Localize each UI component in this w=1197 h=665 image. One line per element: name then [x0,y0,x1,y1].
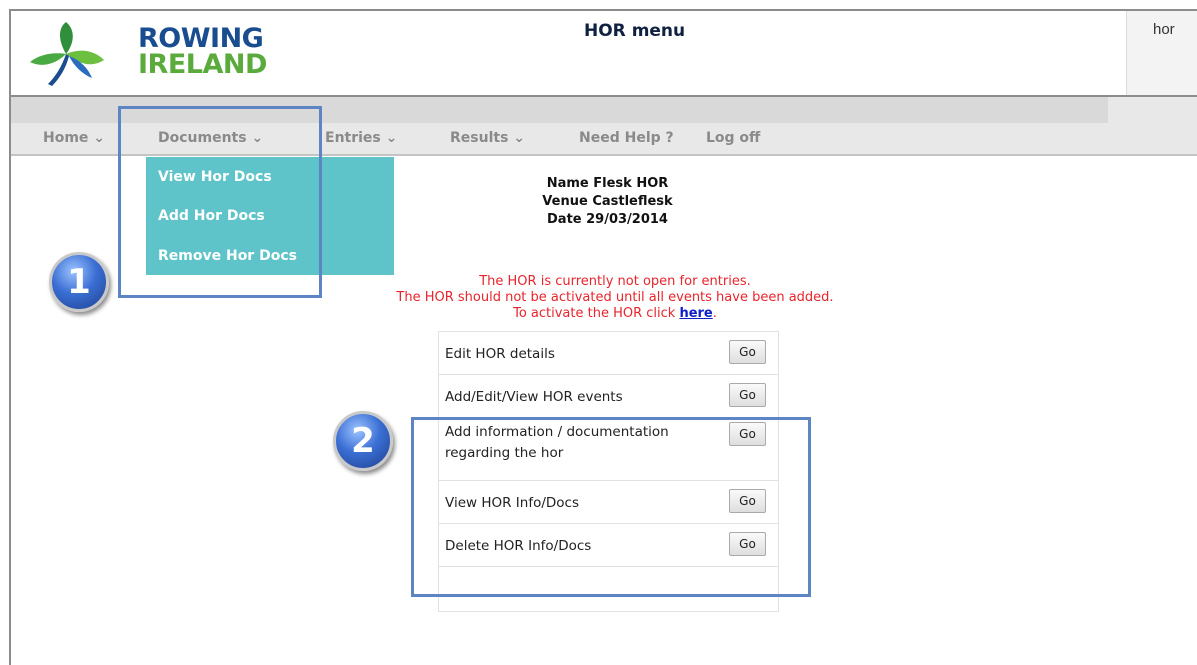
row-label-hor-events: Add/Edit/View HOR events [445,389,623,405]
go-button-hor-events[interactable]: Go [729,383,766,407]
step-badge-1: 1 [49,252,109,312]
step-badge-2: 2 [333,411,393,471]
hor-venue: Venue Castleflesk [542,194,673,209]
table-row: Edit HOR details Go [439,332,778,375]
highlight-box-2 [411,417,811,597]
nav-entries[interactable]: Entries ⌄ [325,130,397,146]
brand-name: ROWING IRELAND [138,25,267,80]
notice-line3: To activate the HOR click here. [300,306,930,322]
go-button-edit-hor-details[interactable]: Go [729,340,766,364]
user-cell: hor [1126,11,1197,95]
table-row: Add/Edit/View HOR events Go [439,375,778,418]
logo-leaf-icon [30,22,104,86]
activation-notice: The HOR is currently not open for entrie… [300,274,930,322]
notice-line2: The HOR should not be activated until al… [396,290,834,305]
rowing-ireland-logo[interactable]: ROWING IRELAND [22,22,267,88]
activate-here-link[interactable]: here [679,306,712,321]
username: hor [1153,21,1175,38]
page-title: HOR menu [584,21,686,41]
nav-log-off[interactable]: Log off [706,130,760,146]
notice-line3-suffix: . [712,306,717,321]
hor-date: Date 29/03/2014 [547,212,668,227]
row-label-edit-hor-details: Edit HOR details [445,346,555,362]
highlight-box-1 [118,106,322,298]
notice-line1: The HOR is currently not open for entrie… [479,274,751,289]
brand-line2: IRELAND [138,49,267,80]
nav-results[interactable]: Results ⌄ [450,130,525,146]
nav-need-help[interactable]: Need Help ? [579,130,674,146]
hor-info: Name Flesk HOR Venue Castleflesk Date 29… [500,175,715,229]
hor-name: Name Flesk HOR [546,176,669,191]
notice-line3-prefix: To activate the HOR click [513,306,680,321]
nav-home[interactable]: Home ⌄ [43,130,105,146]
